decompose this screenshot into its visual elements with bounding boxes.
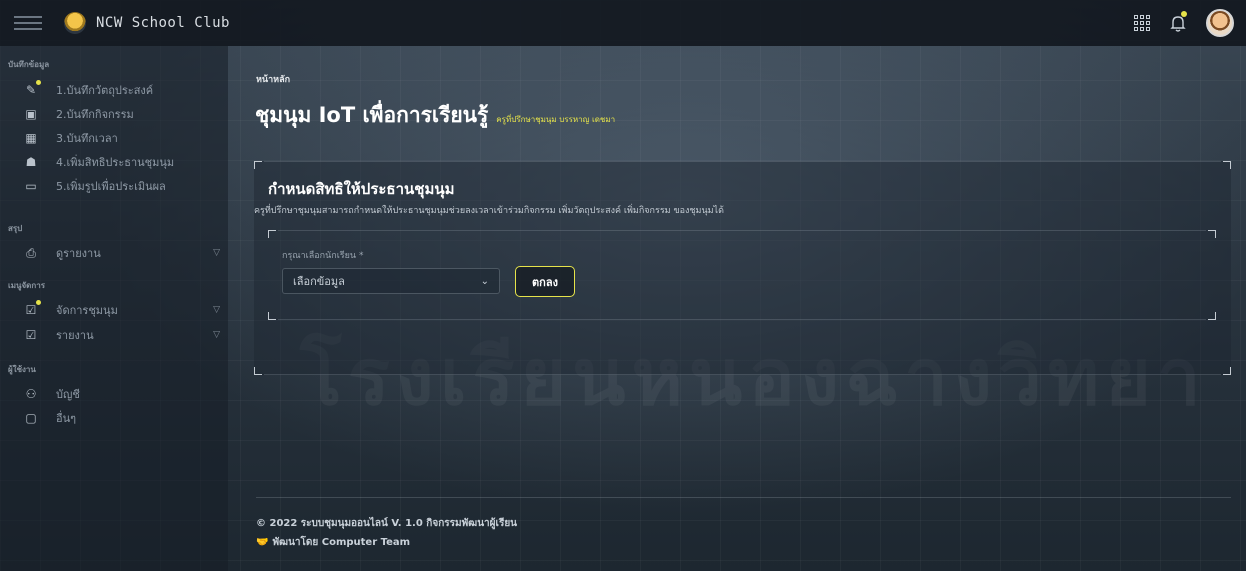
sidebar-item-label: รายงาน xyxy=(56,329,94,342)
sidebar: บันทึกข้อมูล ✎ 1.บันทึกวัตถุประสงค์ ▣ 2.… xyxy=(0,46,228,571)
menu-icon[interactable] xyxy=(14,16,42,30)
sidebar-item-label: 1.บันทึกวัตถุประสงค์ xyxy=(56,84,154,97)
sidebar-item-report[interactable]: ☑ รายงาน ▽ xyxy=(24,324,220,346)
sidebar-item-label: 4.เพิ่มสิทธิประธานชุมนุม xyxy=(56,156,175,169)
app-title: NCW School Club xyxy=(96,15,230,31)
page-title-text: ชุมนุม IoT เพื่อการเรียนรู้ xyxy=(255,103,489,127)
sidebar-section-summary: สรุป xyxy=(8,224,23,233)
calendar-outline-icon: ▢ xyxy=(25,411,37,425)
student-field-label: กรุณาเลือกนักเรียน * xyxy=(282,251,364,261)
chevron-down-icon: ▽ xyxy=(213,330,220,340)
school-logo xyxy=(64,12,86,34)
sidebar-item-president[interactable]: ☗ 4.เพิ่มสิทธิประธานชุมนุม xyxy=(24,151,220,173)
footer-credit: 🤝 พัฒนาโดย Computer Team xyxy=(256,537,411,548)
calendar-icon: ▦ xyxy=(25,131,37,145)
printer-icon: ⎙ xyxy=(26,246,36,260)
sidebar-item-label: อื่นๆ xyxy=(56,412,77,425)
sidebar-item-label: ดูรายงาน xyxy=(56,247,101,260)
sidebar-item-label: บัญชี xyxy=(56,388,80,401)
sidebar-item-label: 5.เพิ่มรูปเพื่อประเมินผล xyxy=(56,180,166,193)
edit-icon: ✎ xyxy=(24,80,41,97)
users-icon: ⚇ xyxy=(25,387,37,401)
card-description: ครูที่ปรึกษาชุมนุมสามารถกำหนดให้ประธานชุ… xyxy=(254,206,724,216)
bell-icon[interactable] xyxy=(1168,11,1188,33)
chevron-down-icon: ⌄ xyxy=(480,275,489,287)
handshake-icon: 🤝 xyxy=(256,537,269,548)
sidebar-section-users: ผู้ใช้งาน xyxy=(8,365,36,374)
top-bar: NCW School Club xyxy=(0,0,1246,46)
chevron-down-icon: ▽ xyxy=(213,248,220,258)
sidebar-section-manage: เมนูจัดการ xyxy=(8,281,45,290)
sidebar-item-label: 2.บันทึกกิจกรรม xyxy=(56,108,134,121)
page-title: ชุมนุม IoT เพื่อการเรียนรู้ ครูที่ปรึกษา… xyxy=(255,99,615,132)
student-select-value: เลือกข้อมูล xyxy=(293,275,345,288)
required-mark: * xyxy=(358,251,364,261)
sidebar-item-time[interactable]: ▦ 3.บันทึกเวลา xyxy=(24,127,220,149)
notification-dot xyxy=(1181,11,1187,17)
footer-copyright: © 2022 ระบบชุมนุมออนไลน์ V. 1.0 กิจกรรมพ… xyxy=(256,518,518,529)
image-icon: ▭ xyxy=(25,179,37,193)
ok-button[interactable]: ตกลง xyxy=(515,266,575,297)
sidebar-item-activities[interactable]: ▣ 2.บันทึกกิจกรรม xyxy=(24,103,220,125)
clipboard-check-icon: ☑ xyxy=(25,328,37,342)
footer-divider xyxy=(256,497,1231,498)
breadcrumb: หน้าหลัก xyxy=(256,75,291,85)
card-title: กำหนดสิทธิให้ประธานชุมนุม xyxy=(268,180,455,198)
sidebar-item-objectives[interactable]: ✎ 1.บันทึกวัตถุประสงค์ xyxy=(24,79,220,101)
calendar-check-icon: ▣ xyxy=(25,107,37,121)
user-badge-icon: ☗ xyxy=(25,155,37,169)
student-select[interactable]: เลือกข้อมูล ⌄ xyxy=(282,268,500,294)
sidebar-item-other[interactable]: ▢ อื่นๆ xyxy=(24,407,220,429)
sidebar-item-manage-club[interactable]: ☑ จัดการชุมนุม ▽ xyxy=(24,299,220,321)
sidebar-section-record: บันทึกข้อมูล xyxy=(8,60,50,69)
sidebar-item-label: 3.บันทึกเวลา xyxy=(56,132,118,145)
sidebar-item-account[interactable]: ⚇ บัญชี xyxy=(24,383,220,405)
sidebar-item-photos[interactable]: ▭ 5.เพิ่มรูปเพื่อประเมินผล xyxy=(24,175,220,197)
president-permission-card: กำหนดสิทธิให้ประธานชุมนุม ครูที่ปรึกษาชุ… xyxy=(254,161,1231,375)
student-select-form: กรุณาเลือกนักเรียน * เลือกข้อมูล ⌄ ตกลง xyxy=(268,230,1216,320)
sidebar-item-label: จัดการชุมนุม xyxy=(56,304,118,317)
clipboard-check-icon: ☑ xyxy=(24,300,41,317)
apps-grid-icon[interactable] xyxy=(1134,15,1150,31)
chevron-down-icon: ▽ xyxy=(213,305,220,315)
sidebar-item-view-report[interactable]: ⎙ ดูรายงาน ▽ xyxy=(24,242,220,264)
advisor-subtitle: ครูที่ปรึกษาชุมนุม บรรหาญ เดชมา xyxy=(496,115,616,124)
avatar[interactable] xyxy=(1206,9,1234,37)
